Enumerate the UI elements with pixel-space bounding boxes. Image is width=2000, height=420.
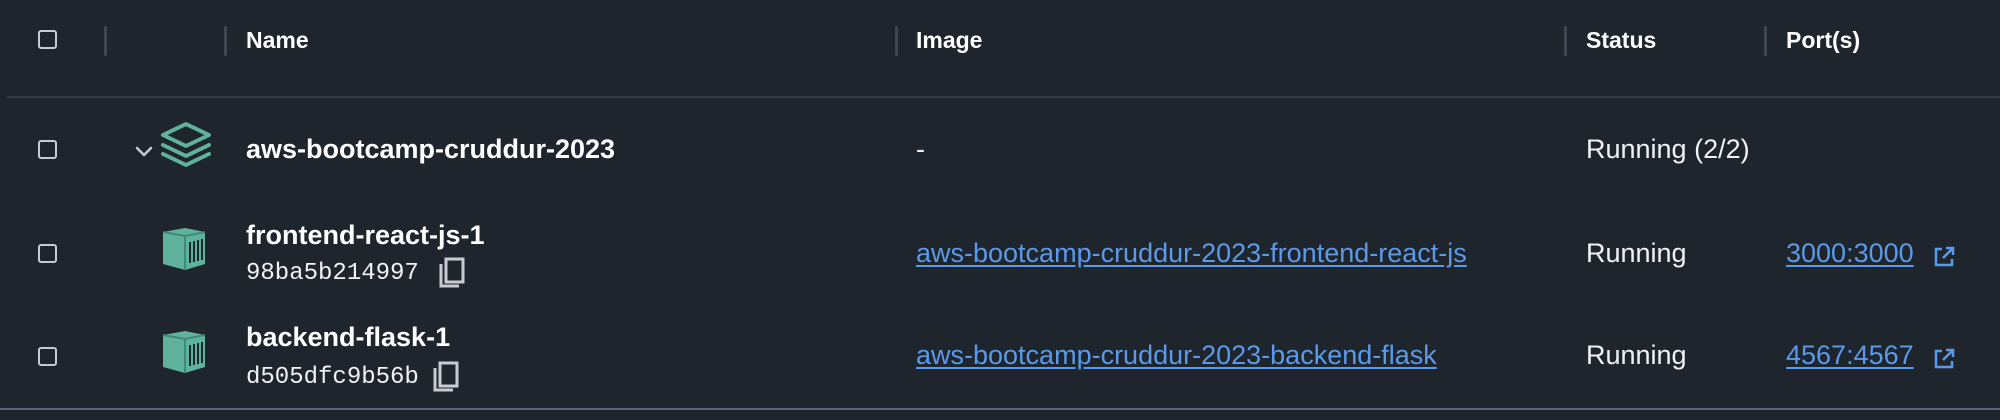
layers-icon xyxy=(161,122,211,167)
external-link-icon[interactable] xyxy=(1932,245,1956,269)
row-checkbox[interactable] xyxy=(38,140,57,159)
copy-icon[interactable] xyxy=(437,256,467,290)
column-separator[interactable] xyxy=(104,26,107,56)
container-name[interactable]: backend-flask-1 xyxy=(246,322,450,353)
column-header-ports[interactable]: Port(s) xyxy=(1786,27,1860,54)
row-checkbox[interactable] xyxy=(38,347,57,366)
container-name[interactable]: frontend-react-js-1 xyxy=(246,220,485,251)
status-text: Running xyxy=(1586,238,1687,268)
column-separator[interactable] xyxy=(1564,26,1567,56)
container-icon xyxy=(162,331,206,373)
column-separator[interactable] xyxy=(895,26,898,56)
status-text: Running (2/2) xyxy=(1586,134,1750,164)
container-id: d505dfc9b56b xyxy=(246,364,419,391)
copy-icon[interactable] xyxy=(431,360,461,394)
image-link[interactable]: aws-bootcamp-cruddur-2023-frontend-react… xyxy=(916,238,1467,269)
image-value: - xyxy=(916,134,925,164)
status-text: Running xyxy=(1586,340,1687,370)
container-id: 98ba5b214997 xyxy=(246,260,419,287)
column-header-image[interactable]: Image xyxy=(916,27,982,54)
row-checkbox[interactable] xyxy=(38,244,57,263)
external-link-icon[interactable] xyxy=(1932,347,1956,371)
select-all-checkbox[interactable] xyxy=(38,30,57,49)
port-link[interactable]: 4567:4567 xyxy=(1786,340,1914,371)
column-separator[interactable] xyxy=(1764,26,1767,56)
column-separator[interactable] xyxy=(224,26,227,56)
header-divider xyxy=(7,96,2000,98)
column-header-status[interactable]: Status xyxy=(1586,27,1656,54)
chevron-down-icon[interactable] xyxy=(133,140,155,162)
column-header-name[interactable]: Name xyxy=(246,27,309,54)
table-bottom-divider xyxy=(0,408,2000,410)
compose-name[interactable]: aws-bootcamp-cruddur-2023 xyxy=(246,134,615,165)
image-link[interactable]: aws-bootcamp-cruddur-2023-backend-flask xyxy=(916,340,1437,371)
container-icon xyxy=(162,228,206,270)
port-link[interactable]: 3000:3000 xyxy=(1786,238,1914,269)
